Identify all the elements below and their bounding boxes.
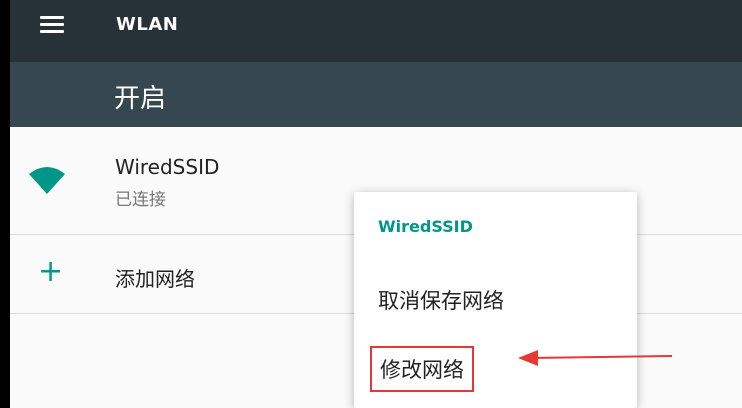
plus-icon: +: [38, 254, 64, 289]
wlan-switch-label: 开启: [114, 84, 167, 114]
network-name: WiredSSID: [115, 155, 220, 179]
forget-network-menu-item[interactable]: 取消保存网络: [378, 285, 504, 315]
wifi-signal-icon: [29, 167, 65, 194]
add-network-label: 添加网络: [115, 267, 195, 291]
network-status: 已连接: [115, 190, 166, 210]
network-context-menu: WiredSSID 取消保存网络 修改网络: [354, 192, 637, 408]
hamburger-menu-icon[interactable]: [40, 16, 64, 34]
wlan-settings-screen: WLAN 开启 WiredSSID 已连接 + 添加网络 WiredSSID 取…: [10, 0, 742, 408]
toolbar: WLAN: [10, 0, 742, 62]
page-title: WLAN: [116, 14, 179, 35]
wlan-switch-bar[interactable]: 开启: [10, 62, 742, 127]
context-menu-title: WiredSSID: [378, 217, 473, 236]
modify-network-menu-item[interactable]: 修改网络: [370, 346, 474, 392]
